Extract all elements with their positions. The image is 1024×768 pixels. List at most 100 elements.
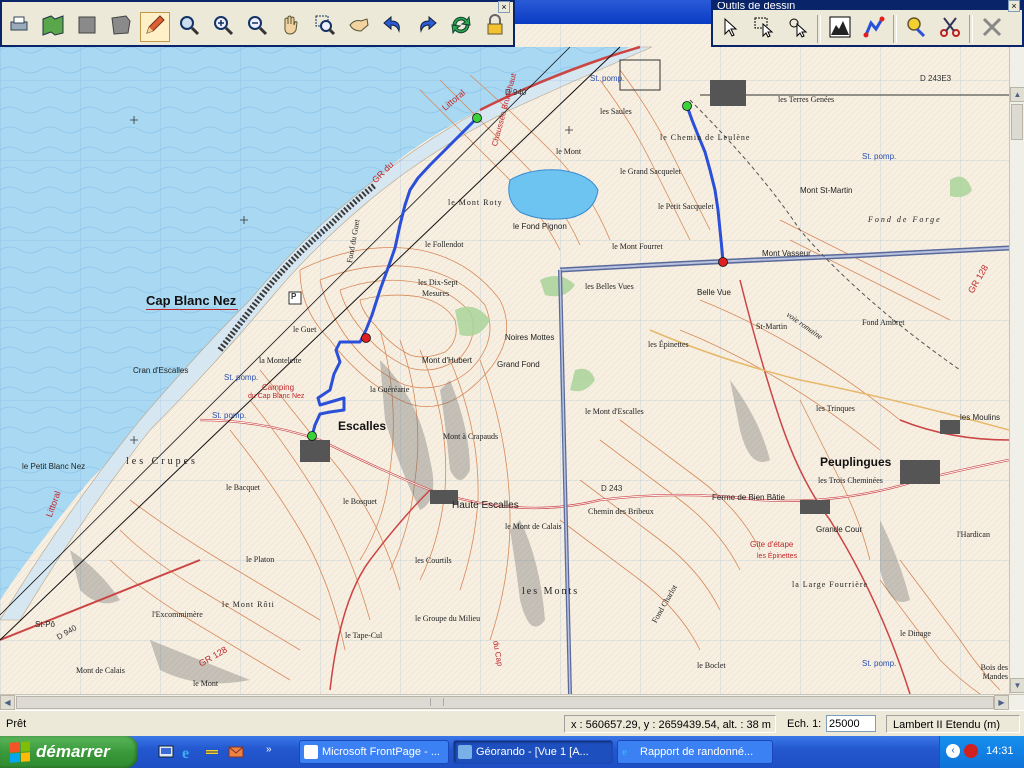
delete-icon <box>980 15 1004 44</box>
label-parking: P <box>291 292 297 301</box>
layer-icon <box>75 13 99 42</box>
select-node-button[interactable] <box>783 14 813 44</box>
label-camping2: du Cap Blanc Nez <box>248 393 305 400</box>
track-start-point[interactable] <box>682 101 692 111</box>
label-grand-sacquelet: le Grand Sacquelet <box>620 167 681 176</box>
select-area-button[interactable] <box>749 14 779 44</box>
drawing-toolbar-close-button[interactable]: × <box>1008 0 1020 12</box>
lock-icon <box>483 13 507 42</box>
task-label: Rapport de randonné... <box>640 746 754 758</box>
zoom-in-button[interactable] <box>208 12 238 42</box>
scroll-right-button[interactable]: ▶ <box>994 695 1009 710</box>
start-button[interactable]: démarrer <box>0 736 138 768</box>
windows-logo-icon <box>10 741 30 763</box>
label-camping: Camping <box>262 383 295 392</box>
label-chemin-bribeux: Chemin des Bribeux <box>588 507 654 516</box>
undo-button[interactable] <box>378 12 408 42</box>
mail-icon[interactable] <box>228 744 244 760</box>
quicklaunch-tool-icon[interactable] <box>204 744 220 760</box>
task-frontpage[interactable]: Microsoft FrontPage - ... <box>299 740 449 764</box>
track-icon <box>862 15 886 44</box>
label-belle-vue: Belle Vue <box>697 288 731 297</box>
track-button[interactable] <box>859 14 889 44</box>
drawing-toolbar-title[interactable]: Outils de dessin <box>713 2 1022 10</box>
vertical-scrollbar[interactable]: ▲ ▼ <box>1009 47 1024 694</box>
label-le-boclet: le Boclet <box>697 661 726 670</box>
label-mont-fourret: le Mont Fourret <box>612 242 663 251</box>
label-excommimere: l'Excommimère <box>152 610 203 619</box>
delete-button[interactable] <box>977 14 1007 44</box>
label-petit-blanc-nez: le Petit Blanc Nez <box>22 462 86 471</box>
toolbar-separator <box>817 15 821 43</box>
zoom-out-button[interactable] <box>242 12 272 42</box>
scale-input[interactable] <box>826 715 876 732</box>
label-les-trinques: les Trinques <box>816 404 855 413</box>
task-georando[interactable]: Géorando - [Vue 1 [A... <box>453 740 613 764</box>
layer-button[interactable] <box>72 12 102 42</box>
title-bar-strip <box>515 0 711 24</box>
thumb-grip <box>430 698 444 706</box>
print-button[interactable] <box>4 12 34 42</box>
main-toolbar: × <box>0 0 515 47</box>
show-desktop-icon[interactable] <box>158 744 174 760</box>
zoom-window-icon <box>313 13 337 42</box>
select-area-icon <box>753 16 775 43</box>
drawing-toolbar: Outils de dessin × <box>711 0 1024 47</box>
redo-button[interactable] <box>412 12 442 42</box>
scroll-down-button[interactable]: ▼ <box>1010 678 1024 693</box>
refresh-icon <box>449 13 473 42</box>
pan-button[interactable] <box>276 12 306 42</box>
clock[interactable]: 14:31 <box>986 745 1014 757</box>
label-escalles: Escalles <box>338 419 387 433</box>
track-start-point[interactable] <box>307 431 317 441</box>
scroll-left-button[interactable]: ◀ <box>0 695 15 710</box>
track-end-point[interactable] <box>361 333 371 343</box>
open-map-button[interactable] <box>38 12 68 42</box>
label-mont-roti: le Mont Rôti <box>222 600 275 609</box>
scroll-up-button[interactable]: ▲ <box>1010 87 1024 102</box>
label-hardican: l'Hardican <box>957 530 990 539</box>
pan-hand-icon <box>279 13 303 42</box>
label-mont-crapauds: Mont à Crapauds <box>443 432 499 441</box>
horizontal-scrollbar[interactable]: ◀ ▶ <box>0 694 1024 710</box>
waypoint-button[interactable] <box>901 14 931 44</box>
redo-icon <box>415 13 439 42</box>
label-noires-mottes: Noires Mottes <box>505 333 555 342</box>
label-gite-etape: Gîte d'étape <box>750 540 794 549</box>
topographic-map[interactable]: Cap Blanc Nez Escalles Peuplingues Haute… <box>0 0 1009 694</box>
cut-button[interactable] <box>935 14 965 44</box>
grid-icon <box>109 13 133 42</box>
zoom-button[interactable] <box>174 12 204 42</box>
toolbar-separator <box>969 15 973 43</box>
grab-button[interactable] <box>344 12 374 42</box>
chevron-up-icon: ▲ <box>1013 90 1022 99</box>
horizontal-scroll-thumb[interactable] <box>16 696 994 709</box>
label-epinettes-red: les Épinettes <box>757 553 798 560</box>
zoom-window-button[interactable] <box>310 12 340 42</box>
label-mont-vasseur: Mont Vasseur <box>762 249 811 258</box>
ie-icon: e <box>622 746 627 758</box>
pencil-button[interactable] <box>140 12 170 42</box>
track-end-point[interactable] <box>718 257 728 267</box>
label-cran-escalles: Cran d'Escalles <box>133 366 189 375</box>
label-mesures: Mesures <box>422 289 450 298</box>
grid-button[interactable] <box>106 12 136 42</box>
georando-icon <box>458 745 472 759</box>
select-button[interactable] <box>715 14 745 44</box>
quicklaunch-expand-icon[interactable]: » <box>266 744 272 755</box>
label-mont-roty: le Mont Roty <box>448 198 503 207</box>
internet-explorer-icon[interactable]: e <box>180 744 196 762</box>
frontpage-icon <box>304 745 318 759</box>
tray-antivirus-icon[interactable] <box>964 744 978 758</box>
label-tape-cul: le Tape-Cul <box>345 631 383 640</box>
lock-button[interactable] <box>480 12 510 42</box>
profile-button[interactable] <box>825 14 855 44</box>
label-d243: D 243 <box>601 484 623 493</box>
label-d243e3: D 243E3 <box>920 74 952 83</box>
task-rapport[interactable]: e Rapport de randonné... <box>617 740 773 764</box>
tray-expand-icon[interactable]: ‹ <box>946 744 960 758</box>
task-label: Géorando - [Vue 1 [A... <box>476 746 589 758</box>
refresh-button[interactable] <box>446 12 476 42</box>
track-start-point[interactable] <box>472 113 482 123</box>
vertical-scroll-thumb[interactable] <box>1011 104 1023 140</box>
